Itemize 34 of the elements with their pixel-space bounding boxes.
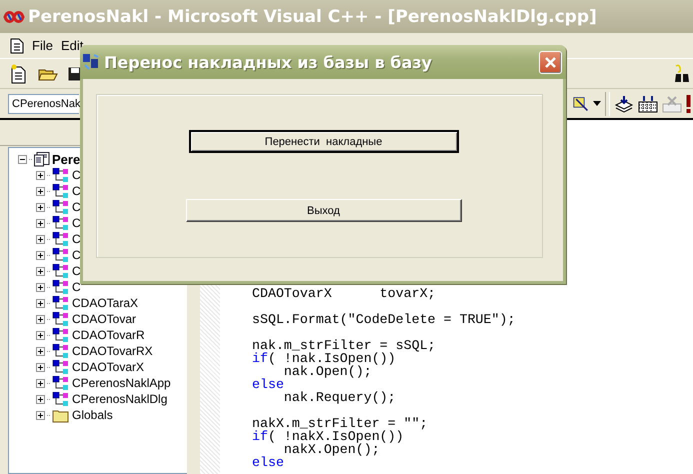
tree-item[interactable]: CDAOTovarX [72,360,144,374]
tree-item[interactable]: C [72,280,81,294]
tree-item[interactable]: C [72,200,81,214]
exit-button[interactable]: Выход [186,199,462,222]
dialog-title: Перенос накладных из базы в базу [104,52,433,72]
code-line: nakX.Open(); [283,442,380,457]
code-line: nakX.m_strFilter = ""; [252,416,428,431]
tree-item[interactable]: Pere [52,152,80,166]
transfer-button[interactable]: Перенести накладные [188,130,458,153]
tree-item[interactable]: C [72,216,81,230]
tree-item[interactable]: C [72,184,81,198]
tree-item[interactable]: C [72,248,81,262]
tree-item[interactable]: CPerenosNaklDlg [72,392,168,406]
tree-item[interactable]: C [72,264,81,278]
tree-item[interactable]: CDAOTovarRX [72,344,153,358]
window-title: PerenosNakl - Microsoft Visual C++ - [PerenosNaklDlg.cpp] [28,6,597,26]
code-line: nak.m_strFilter = sSQL; [252,338,436,353]
code-line: else [252,455,284,470]
code-line: nak.Requery(); [282,390,396,405]
tree-item[interactable]: C [72,168,81,182]
tree-item[interactable]: CDAOTovar [72,312,136,326]
code-line: else [252,377,284,392]
code-line: nak.Open(); [283,364,372,379]
tree-item[interactable]: CPerenosNaklApp [72,376,171,390]
tree-item[interactable]: Globals [72,408,113,422]
class-combo[interactable]: CPerenosNak [8,94,79,114]
code-line: if( !nak.IsOpen()) [252,351,396,366]
menu-item[interactable]: File [32,38,53,53]
code-line: CDAOTovarX tovarX; [252,286,436,301]
code-line: sSQL.Format("CodeDelete = TRUE"); [252,312,516,327]
tree-item[interactable]: CDAOTovarR [72,328,145,342]
tree-item[interactable]: C [72,232,81,246]
code-line: if( !nakX.IsOpen()) [252,429,404,444]
tree-item[interactable]: CDAOTaraX [72,296,138,310]
